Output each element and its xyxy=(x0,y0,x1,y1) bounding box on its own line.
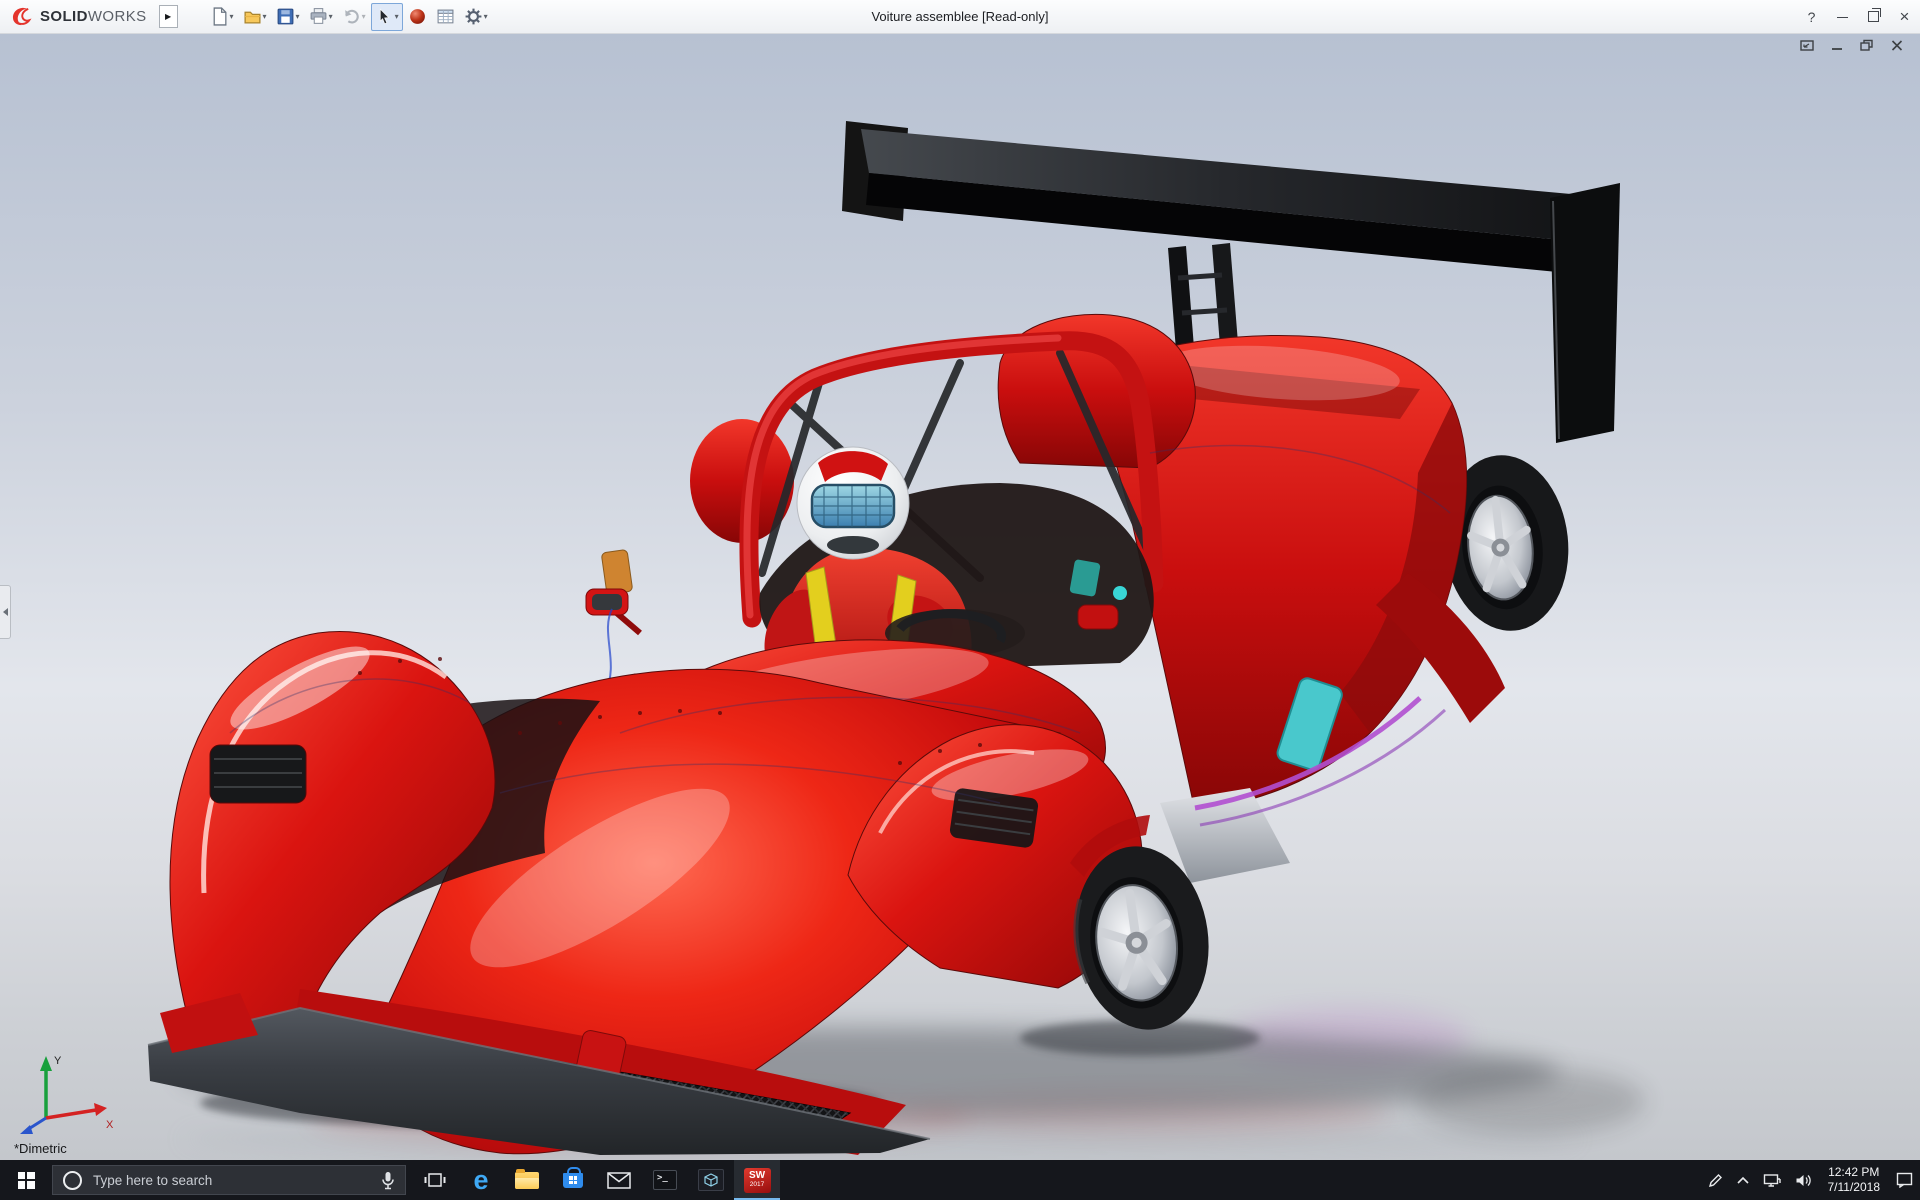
new-document-button[interactable]: ▾ xyxy=(206,3,238,31)
taskbar-app-edge[interactable]: e xyxy=(458,1160,504,1200)
doc-restore-icon[interactable] xyxy=(1859,38,1876,53)
ds-logo-icon xyxy=(12,7,32,26)
design-table-icon xyxy=(437,9,454,24)
taskbar-app-store[interactable] xyxy=(550,1160,596,1200)
windows-taskbar: e >_ SW 2017 xyxy=(0,1160,1920,1200)
windows-ink-button[interactable] xyxy=(1701,1160,1730,1200)
dropdown-caret[interactable]: ▾ xyxy=(263,12,267,21)
taskbar-app-mail[interactable] xyxy=(596,1160,642,1200)
windows-logo-icon xyxy=(17,1171,35,1189)
select-tool-button[interactable]: ▾ xyxy=(370,2,403,31)
menu-flyout-button[interactable]: ▶ xyxy=(158,5,178,28)
brand-bold: SOLID xyxy=(40,8,88,25)
hidden-icons-button[interactable] xyxy=(1730,1160,1756,1200)
print-button[interactable]: ▾ xyxy=(305,3,337,31)
3d-model-render[interactable] xyxy=(0,33,1920,1160)
clock-time: 12:42 PM xyxy=(1828,1165,1880,1179)
action-center-button[interactable] xyxy=(1889,1160,1920,1200)
chevron-left-icon xyxy=(2,608,8,616)
taskbar-app-console[interactable]: >_ xyxy=(642,1160,688,1200)
open-folder-icon xyxy=(244,11,261,24)
restore-button[interactable] xyxy=(1858,0,1889,33)
brand-light: WORKS xyxy=(87,8,147,25)
volume-button[interactable] xyxy=(1788,1160,1819,1200)
dropdown-caret[interactable]: ▾ xyxy=(484,12,488,21)
dropdown-caret[interactable]: ▾ xyxy=(329,12,333,21)
document-window-controls xyxy=(1799,38,1906,53)
system-tray: 12:42 PM 7/11/2018 xyxy=(1701,1160,1920,1200)
task-view-icon xyxy=(424,1173,446,1187)
save-button[interactable]: ▾ xyxy=(272,3,304,31)
close-icon: × xyxy=(1899,6,1910,26)
cortana-icon xyxy=(63,1170,82,1190)
help-button[interactable]: ? xyxy=(1796,0,1827,33)
minimize-button[interactable] xyxy=(1827,0,1858,33)
undo-icon xyxy=(344,9,359,24)
network-icon xyxy=(1763,1173,1781,1187)
taskbar-app-solidworks[interactable]: SW 2017 xyxy=(734,1160,780,1200)
minimize-icon xyxy=(1837,16,1848,18)
store-icon xyxy=(563,1166,583,1188)
doc-close-icon[interactable] xyxy=(1889,38,1906,53)
open-button[interactable]: ▾ xyxy=(239,3,271,31)
dropdown-caret[interactable]: ▾ xyxy=(362,12,366,21)
console-icon: >_ xyxy=(653,1170,677,1190)
gear-icon xyxy=(465,8,482,25)
flyout-arrow-icon: ▶ xyxy=(164,12,172,21)
options-button[interactable]: ▾ xyxy=(460,3,492,31)
microphone-icon[interactable] xyxy=(381,1171,395,1190)
pen-icon xyxy=(1708,1173,1722,1187)
triad-y-label: Y xyxy=(54,1055,62,1067)
file-explorer-icon xyxy=(515,1168,539,1189)
orientation-triad: Y X xyxy=(20,1055,114,1134)
chevron-up-icon xyxy=(1736,1176,1749,1184)
triad-x-label: X xyxy=(106,1119,114,1131)
solidworks-logo: SOLIDWORKS xyxy=(0,6,153,27)
task-view-button[interactable] xyxy=(412,1160,458,1200)
network-button[interactable] xyxy=(1756,1160,1788,1200)
dropdown-caret[interactable]: ▾ xyxy=(230,12,234,21)
start-button[interactable] xyxy=(0,1160,52,1200)
dropdown-caret[interactable]: ▾ xyxy=(395,12,399,21)
standard-toolbar: ▾ ▾ ▾ ▾ ▾ ▾ ▾ xyxy=(206,0,492,33)
task-pane-handle[interactable] xyxy=(0,585,11,639)
cube-app-icon xyxy=(698,1169,724,1191)
appearance-sphere-icon xyxy=(409,9,425,24)
graphics-viewport[interactable]: Y X *Dimetric xyxy=(0,33,1920,1160)
close-button[interactable]: × xyxy=(1889,0,1920,33)
clock-date: 7/11/2018 xyxy=(1827,1180,1881,1194)
dropdown-caret[interactable]: ▾ xyxy=(296,12,300,21)
new-document-icon xyxy=(213,7,226,26)
solidworks-2017-icon: SW 2017 xyxy=(743,1167,771,1193)
taskbar-clock[interactable]: 12:42 PM 7/11/2018 xyxy=(1819,1160,1890,1200)
undo-button[interactable]: ▾ xyxy=(338,3,370,31)
restore-icon xyxy=(1868,8,1881,22)
taskbar-search[interactable] xyxy=(52,1165,406,1195)
design-table-button[interactable] xyxy=(432,3,459,31)
mail-icon xyxy=(607,1171,631,1189)
appearance-button[interactable] xyxy=(404,3,431,31)
search-input[interactable] xyxy=(91,1171,372,1189)
dock-pane-icon[interactable] xyxy=(1799,38,1816,53)
doc-minimize-icon[interactable] xyxy=(1829,38,1846,53)
brand-text: SOLIDWORKS xyxy=(40,8,147,25)
window-title: Voiture assemblee [Read-only] xyxy=(871,9,1049,24)
speaker-icon xyxy=(1796,1174,1811,1186)
action-center-icon xyxy=(1896,1172,1913,1188)
edge-icon: e xyxy=(473,1164,489,1195)
select-cursor-icon xyxy=(379,8,390,25)
save-icon xyxy=(277,8,293,25)
view-orientation-label: *Dimetric xyxy=(14,1141,67,1156)
window-controls: ? × xyxy=(1796,0,1920,33)
taskbar-app-cube[interactable] xyxy=(688,1160,734,1200)
titlebar: SOLIDWORKS ▶ ▾ ▾ ▾ ▾ ▾ ▾ ▾ Voiture assem… xyxy=(0,0,1920,34)
help-icon: ? xyxy=(1807,8,1816,25)
taskbar-app-file-explorer[interactable] xyxy=(504,1160,550,1200)
print-icon xyxy=(310,8,326,24)
